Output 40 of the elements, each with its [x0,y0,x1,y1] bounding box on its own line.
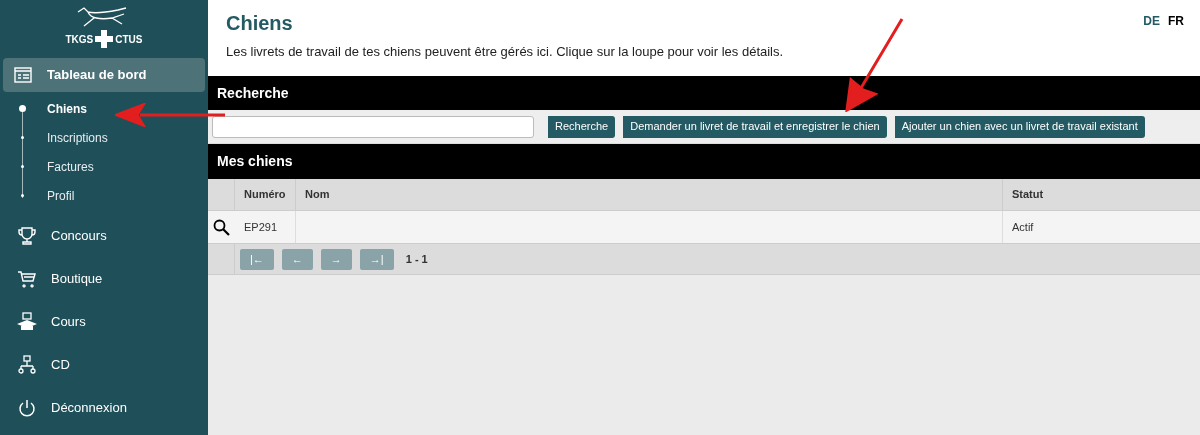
sidebar-subitem[interactable]: Profil [47,186,75,205]
table-cell: EP291 [235,211,296,243]
action-button[interactable]: Recherche [544,115,616,138]
sidebar-subitem[interactable]: Inscriptions [47,128,108,147]
sidebar-item[interactable]: Tableau de bord [3,58,205,92]
search-icon[interactable] [213,218,230,236]
cross-icon [95,30,114,48]
power-icon [17,397,37,418]
bullet-icon [19,105,26,112]
action-button[interactable]: Ajouter un chien avec un livret de travail existant [890,115,1145,138]
page-title: Chiens [226,11,293,36]
bullet-icon [21,194,24,197]
column-header: Nom [296,179,1003,210]
logo-text: TKGS [65,32,94,47]
network-icon [17,354,37,375]
sidebar-item[interactable]: Cours [3,300,205,343]
sidebar-item[interactable]: Déconnexion [3,386,205,429]
language-link[interactable]: FR [1168,12,1184,30]
search-field[interactable] [212,115,534,138]
language-link[interactable]: DE [1143,12,1160,30]
table-cell-text: Actif [1011,219,1035,235]
sidebar-subitem[interactable]: Chiens [47,99,87,118]
column-header: Numéro [235,179,296,210]
page-range: 1 - 1 [405,251,428,267]
sidebar-item[interactable]: CD [3,343,205,386]
cart-icon [17,268,37,289]
dashboard-icon [13,65,33,85]
section-header: Mes chiens [208,144,1200,179]
bullet-icon [21,165,24,168]
sidebar-subitem[interactable]: Factures [47,157,94,176]
action-button[interactable]: Demander un livret de travail et enregistrer le chien [619,115,887,138]
sidebar-item[interactable]: Concours [3,214,205,257]
bullet-icon [21,136,24,139]
graduation-cap-icon [17,311,37,332]
trophy-icon [17,225,37,246]
column-header: Statut [1011,187,1045,203]
logo-text: CTUS [115,32,143,47]
section-header: Recherche [208,76,1200,110]
page-description: Les livrets de travail de tes chiens peuvent être gérés ici. Clique sur la loupe pour voir les détails. [226,43,785,61]
sidebar-item[interactable]: Boutique [3,257,205,300]
